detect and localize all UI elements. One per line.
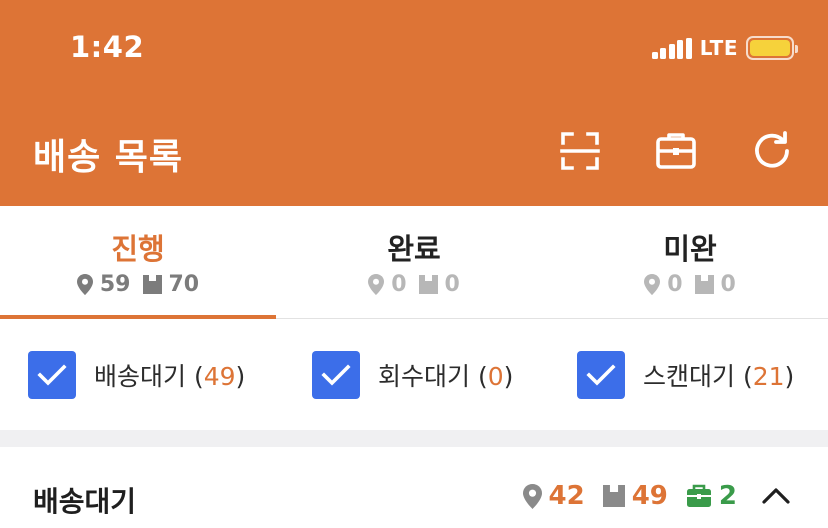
signal-icon (651, 37, 692, 59)
tab-location-count: 59 (99, 272, 131, 297)
tab-completed[interactable]: 완료 0 0 (276, 206, 552, 318)
location-pin-icon (644, 274, 661, 295)
section-divider (0, 430, 828, 447)
filter-row: 배송대기 (49) 회수대기 (0) 스캔대기 (21) (0, 320, 828, 430)
section-stats: 42 49 2 (522, 481, 798, 511)
tab-package-count: 0 (720, 272, 736, 297)
location-pin-icon (368, 274, 385, 295)
filter-count: 49 (203, 362, 236, 391)
filter-scan-waiting[interactable]: 스캔대기 (21) (577, 350, 794, 400)
checkbox[interactable] (28, 351, 76, 399)
filter-label: 회수대기 (0) (378, 362, 514, 391)
chevron-up-icon[interactable] (761, 487, 791, 505)
checkbox[interactable] (312, 351, 360, 399)
tab-label: 진행 (111, 232, 165, 266)
tab-label: 미완 (663, 232, 717, 266)
section-package-count: 49 (631, 481, 668, 511)
briefcase-icon (656, 133, 696, 169)
section-pickup-count: 2 (718, 481, 737, 511)
tab-package-count: 0 (444, 272, 460, 297)
checkmark-icon (37, 364, 67, 386)
location-pin-icon (522, 483, 542, 509)
checkmark-icon (586, 364, 616, 386)
scan-button[interactable] (557, 128, 603, 174)
scan-icon (560, 132, 600, 170)
checkbox[interactable] (577, 351, 625, 399)
filter-label: 스캔대기 (21) (643, 362, 795, 391)
page-title: 배송 목록 (33, 137, 184, 178)
refresh-button[interactable] (749, 128, 795, 174)
section-header[interactable]: 배송대기 42 49 2 (0, 447, 828, 528)
tab-location-count: 0 (391, 272, 407, 297)
app-bar: 1:42 LTE 배송 목록 (0, 0, 828, 206)
package-icon (418, 275, 438, 294)
package-icon (142, 275, 162, 294)
active-tab-indicator (0, 315, 276, 319)
package-icon (602, 485, 625, 507)
network-label: LTE (699, 36, 738, 60)
filter-count: 0 (487, 362, 504, 391)
status-tabs: 진행 59 70 완료 0 0 미완 0 0 (0, 206, 828, 319)
section-title: 배송대기 (33, 485, 137, 518)
status-indicators: LTE (651, 36, 798, 60)
tab-location-count: 0 (667, 272, 683, 297)
filter-label: 배송대기 (49) (94, 362, 246, 391)
checkmark-icon (321, 364, 351, 386)
tab-stats: 0 0 (552, 272, 828, 297)
location-pin-icon (76, 274, 93, 295)
filter-delivery-waiting[interactable]: 배송대기 (49) (28, 350, 245, 400)
filter-count: 21 (752, 362, 785, 391)
tab-package-count: 70 (168, 272, 200, 297)
refresh-icon (755, 131, 789, 168)
tab-stats: 0 0 (276, 272, 552, 297)
tab-stats: 59 70 (0, 272, 276, 297)
package-icon (694, 275, 714, 294)
tab-incomplete[interactable]: 미완 0 0 (552, 206, 828, 318)
tab-label: 완료 (387, 232, 441, 266)
filter-pickup-waiting[interactable]: 회수대기 (0) (312, 350, 513, 400)
tab-in-progress[interactable]: 진행 59 70 (0, 206, 276, 319)
briefcase-icon (686, 484, 711, 507)
status-time: 1:42 (70, 30, 145, 64)
briefcase-button[interactable] (653, 128, 699, 174)
section-location-count: 42 (548, 481, 585, 511)
battery-icon (746, 36, 798, 60)
